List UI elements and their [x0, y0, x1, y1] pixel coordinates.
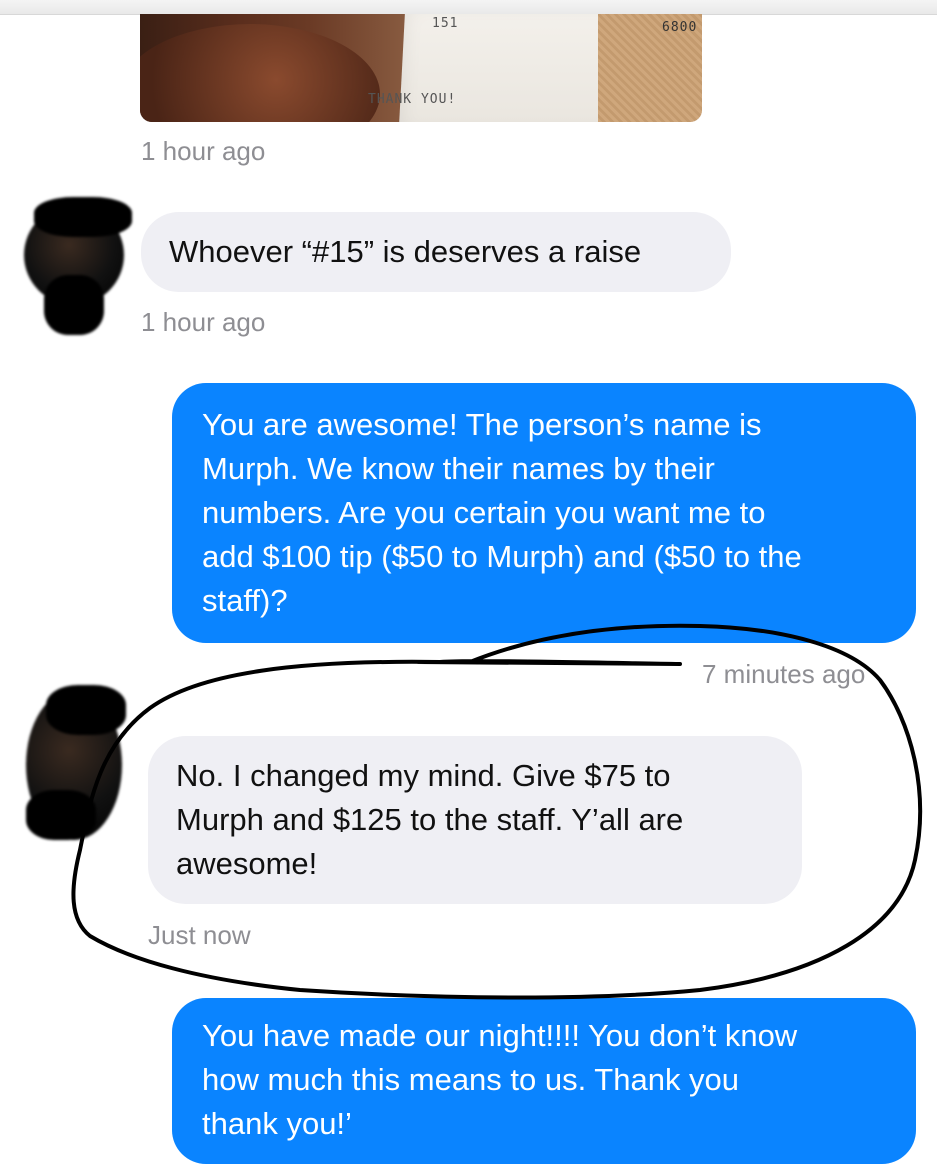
avatar-redaction — [44, 275, 104, 335]
receipt-number: 6800 — [662, 20, 698, 35]
timestamp: Just now — [148, 920, 251, 950]
message-text: Murph. We know their names by their — [202, 451, 715, 486]
message-text: how much this means to us. Thank you — [202, 1062, 740, 1097]
incoming-message-bubble[interactable]: Whoever “#15” is deserves a raise — [141, 212, 731, 292]
sender-avatar[interactable] — [26, 685, 126, 840]
message-text: staff)? — [202, 583, 288, 618]
receipt-label: 151 — [432, 16, 459, 31]
avatar-redaction — [26, 790, 96, 840]
sender-avatar[interactable] — [24, 197, 132, 335]
avatar-redaction — [46, 685, 126, 735]
message-text: You have made our night!!!! You don’t kn… — [202, 1018, 798, 1053]
outgoing-message-bubble[interactable]: You have made our night!!!! You don’t kn… — [172, 998, 916, 1164]
receipt-photo[interactable]: 151 6800 THANK YOU! — [140, 14, 702, 122]
message-text: Murph and $125 to the staff. Y’all are — [176, 802, 684, 837]
message-text: Whoever “#15” is deserves a raise — [169, 234, 642, 269]
message-text: You are awesome! The person’s name is — [202, 407, 762, 442]
message-text: awesome! — [176, 846, 318, 881]
hand-image-region — [140, 24, 380, 122]
avatar-redaction — [34, 197, 132, 237]
message-text: add $100 tip ($50 to Murph) and ($50 to … — [202, 539, 802, 574]
outgoing-message-bubble[interactable]: You are awesome! The person’s name is Mu… — [172, 383, 916, 643]
timestamp: 7 minutes ago · — [702, 659, 882, 689]
top-edge-bar — [0, 0, 937, 15]
message-text: No. I changed my mind. Give $75 to — [176, 758, 671, 793]
message-text: numbers. Are you certain you want me to — [202, 495, 766, 530]
receipt-thanks: THANK YOU! — [368, 92, 457, 107]
message-text: thank you!’ — [202, 1106, 352, 1141]
incoming-message-bubble[interactable]: No. I changed my mind. Give $75 to Murph… — [148, 736, 802, 904]
timestamp: 1 hour ago — [141, 136, 266, 166]
timestamp: 1 hour ago — [141, 307, 266, 337]
